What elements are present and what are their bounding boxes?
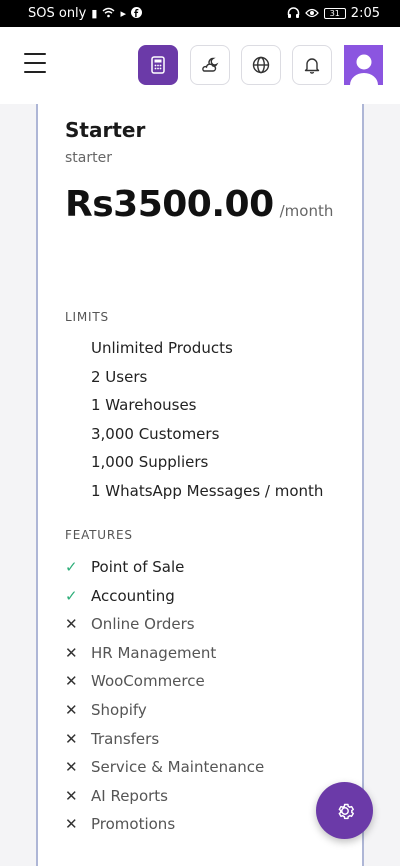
plan-slug: starter bbox=[65, 150, 112, 166]
feature-label: HR Management bbox=[91, 643, 217, 662]
cross-icon: ✕ bbox=[65, 786, 78, 805]
limit-item: 1,000 Suppliers bbox=[91, 453, 209, 472]
feature-item: ✕ Online Orders bbox=[65, 614, 264, 643]
cross-icon: ✕ bbox=[65, 758, 78, 777]
limits-list: Unlimited Products 2 Users 1 Warehouses 3,0… bbox=[91, 338, 323, 510]
data-icon: ▸ bbox=[120, 7, 126, 20]
carrier-label: SOS only bbox=[28, 6, 87, 21]
feature-label: Point of Sale bbox=[91, 558, 185, 576]
feature-label: Online Orders bbox=[91, 615, 195, 634]
cross-icon: ✕ bbox=[65, 729, 78, 748]
feature-item: ✕ HR Management bbox=[65, 643, 264, 672]
wifi-icon bbox=[102, 7, 115, 20]
limit-item: 1 Warehouses bbox=[91, 396, 197, 415]
check-icon: ✓ bbox=[65, 586, 78, 605]
feature-label: Transfers bbox=[91, 729, 160, 748]
plan-card: Starter starter Rs3500.00 /month LIMITS … bbox=[36, 104, 364, 866]
language-button[interactable] bbox=[241, 45, 281, 85]
cross-icon: ✕ bbox=[65, 643, 78, 662]
feature-item: ✕ Shopify bbox=[65, 700, 264, 729]
check-icon: ✓ bbox=[65, 558, 78, 576]
eye-icon bbox=[304, 8, 319, 20]
cross-icon: ✕ bbox=[65, 815, 78, 834]
feature-item: ✕ Promotions bbox=[65, 814, 264, 843]
limit-item: 2 Users bbox=[91, 367, 148, 386]
feature-item: ✕ Transfers bbox=[65, 729, 264, 758]
avatar[interactable] bbox=[344, 45, 383, 85]
clock: 2:05 bbox=[350, 6, 380, 21]
feature-label: Promotions bbox=[91, 815, 176, 834]
headphones-icon bbox=[287, 6, 300, 21]
gear-icon bbox=[338, 803, 354, 819]
plan-period: /month bbox=[279, 202, 334, 220]
limit-item: Unlimited Products bbox=[91, 339, 233, 357]
limit-item: 1 WhatsApp Messages / month bbox=[91, 481, 324, 500]
notifications-button[interactable] bbox=[292, 45, 332, 85]
calculator-icon bbox=[151, 56, 165, 74]
sim-icon: ▮ bbox=[91, 7, 98, 20]
user-icon bbox=[349, 54, 378, 85]
facebook-icon bbox=[130, 7, 142, 20]
limits-title: LIMITS bbox=[65, 310, 109, 324]
cross-icon: ✕ bbox=[65, 615, 78, 634]
cross-icon: ✕ bbox=[65, 672, 78, 691]
bell-icon bbox=[304, 58, 320, 74]
price-row: Rs3500.00 /month bbox=[65, 184, 333, 225]
feature-label: Service & Maintenance bbox=[91, 758, 265, 777]
calculator-button[interactable] bbox=[138, 45, 178, 85]
plan-name: Starter bbox=[65, 118, 146, 142]
feature-label: WooCommerce bbox=[91, 672, 205, 691]
feature-item: ✕ AI Reports bbox=[65, 786, 264, 815]
limit-item: 3,000 Customers bbox=[91, 424, 220, 443]
feature-item: ✕ Service & Maintenance bbox=[65, 757, 264, 786]
feature-item: ✓ Point of Sale bbox=[65, 557, 264, 586]
features-list: ✓ Point of Sale ✓ Accounting ✕ Online Orders ✕… bbox=[65, 557, 264, 843]
feature-label: Accounting bbox=[91, 586, 175, 605]
plan-price: Rs3500.00 bbox=[65, 184, 274, 225]
top-bar bbox=[0, 27, 400, 104]
feature-item: ✓ Accounting bbox=[65, 586, 264, 615]
feature-item: ✕ WooCommerce bbox=[65, 671, 264, 700]
weather-icon bbox=[202, 57, 219, 72]
feature-label: AI Reports bbox=[91, 786, 168, 805]
feature-label: Shopify bbox=[91, 700, 147, 719]
status-bar: SOS only ▮ ▸ 31 2:05 bbox=[0, 0, 400, 27]
menu-icon[interactable] bbox=[24, 53, 46, 75]
settings-fab[interactable] bbox=[316, 782, 373, 839]
battery-icon: 31 bbox=[323, 8, 346, 19]
features-title: FEATURES bbox=[65, 528, 133, 542]
theme-button[interactable] bbox=[190, 45, 230, 85]
cross-icon: ✕ bbox=[65, 700, 78, 719]
globe-icon bbox=[252, 56, 270, 74]
